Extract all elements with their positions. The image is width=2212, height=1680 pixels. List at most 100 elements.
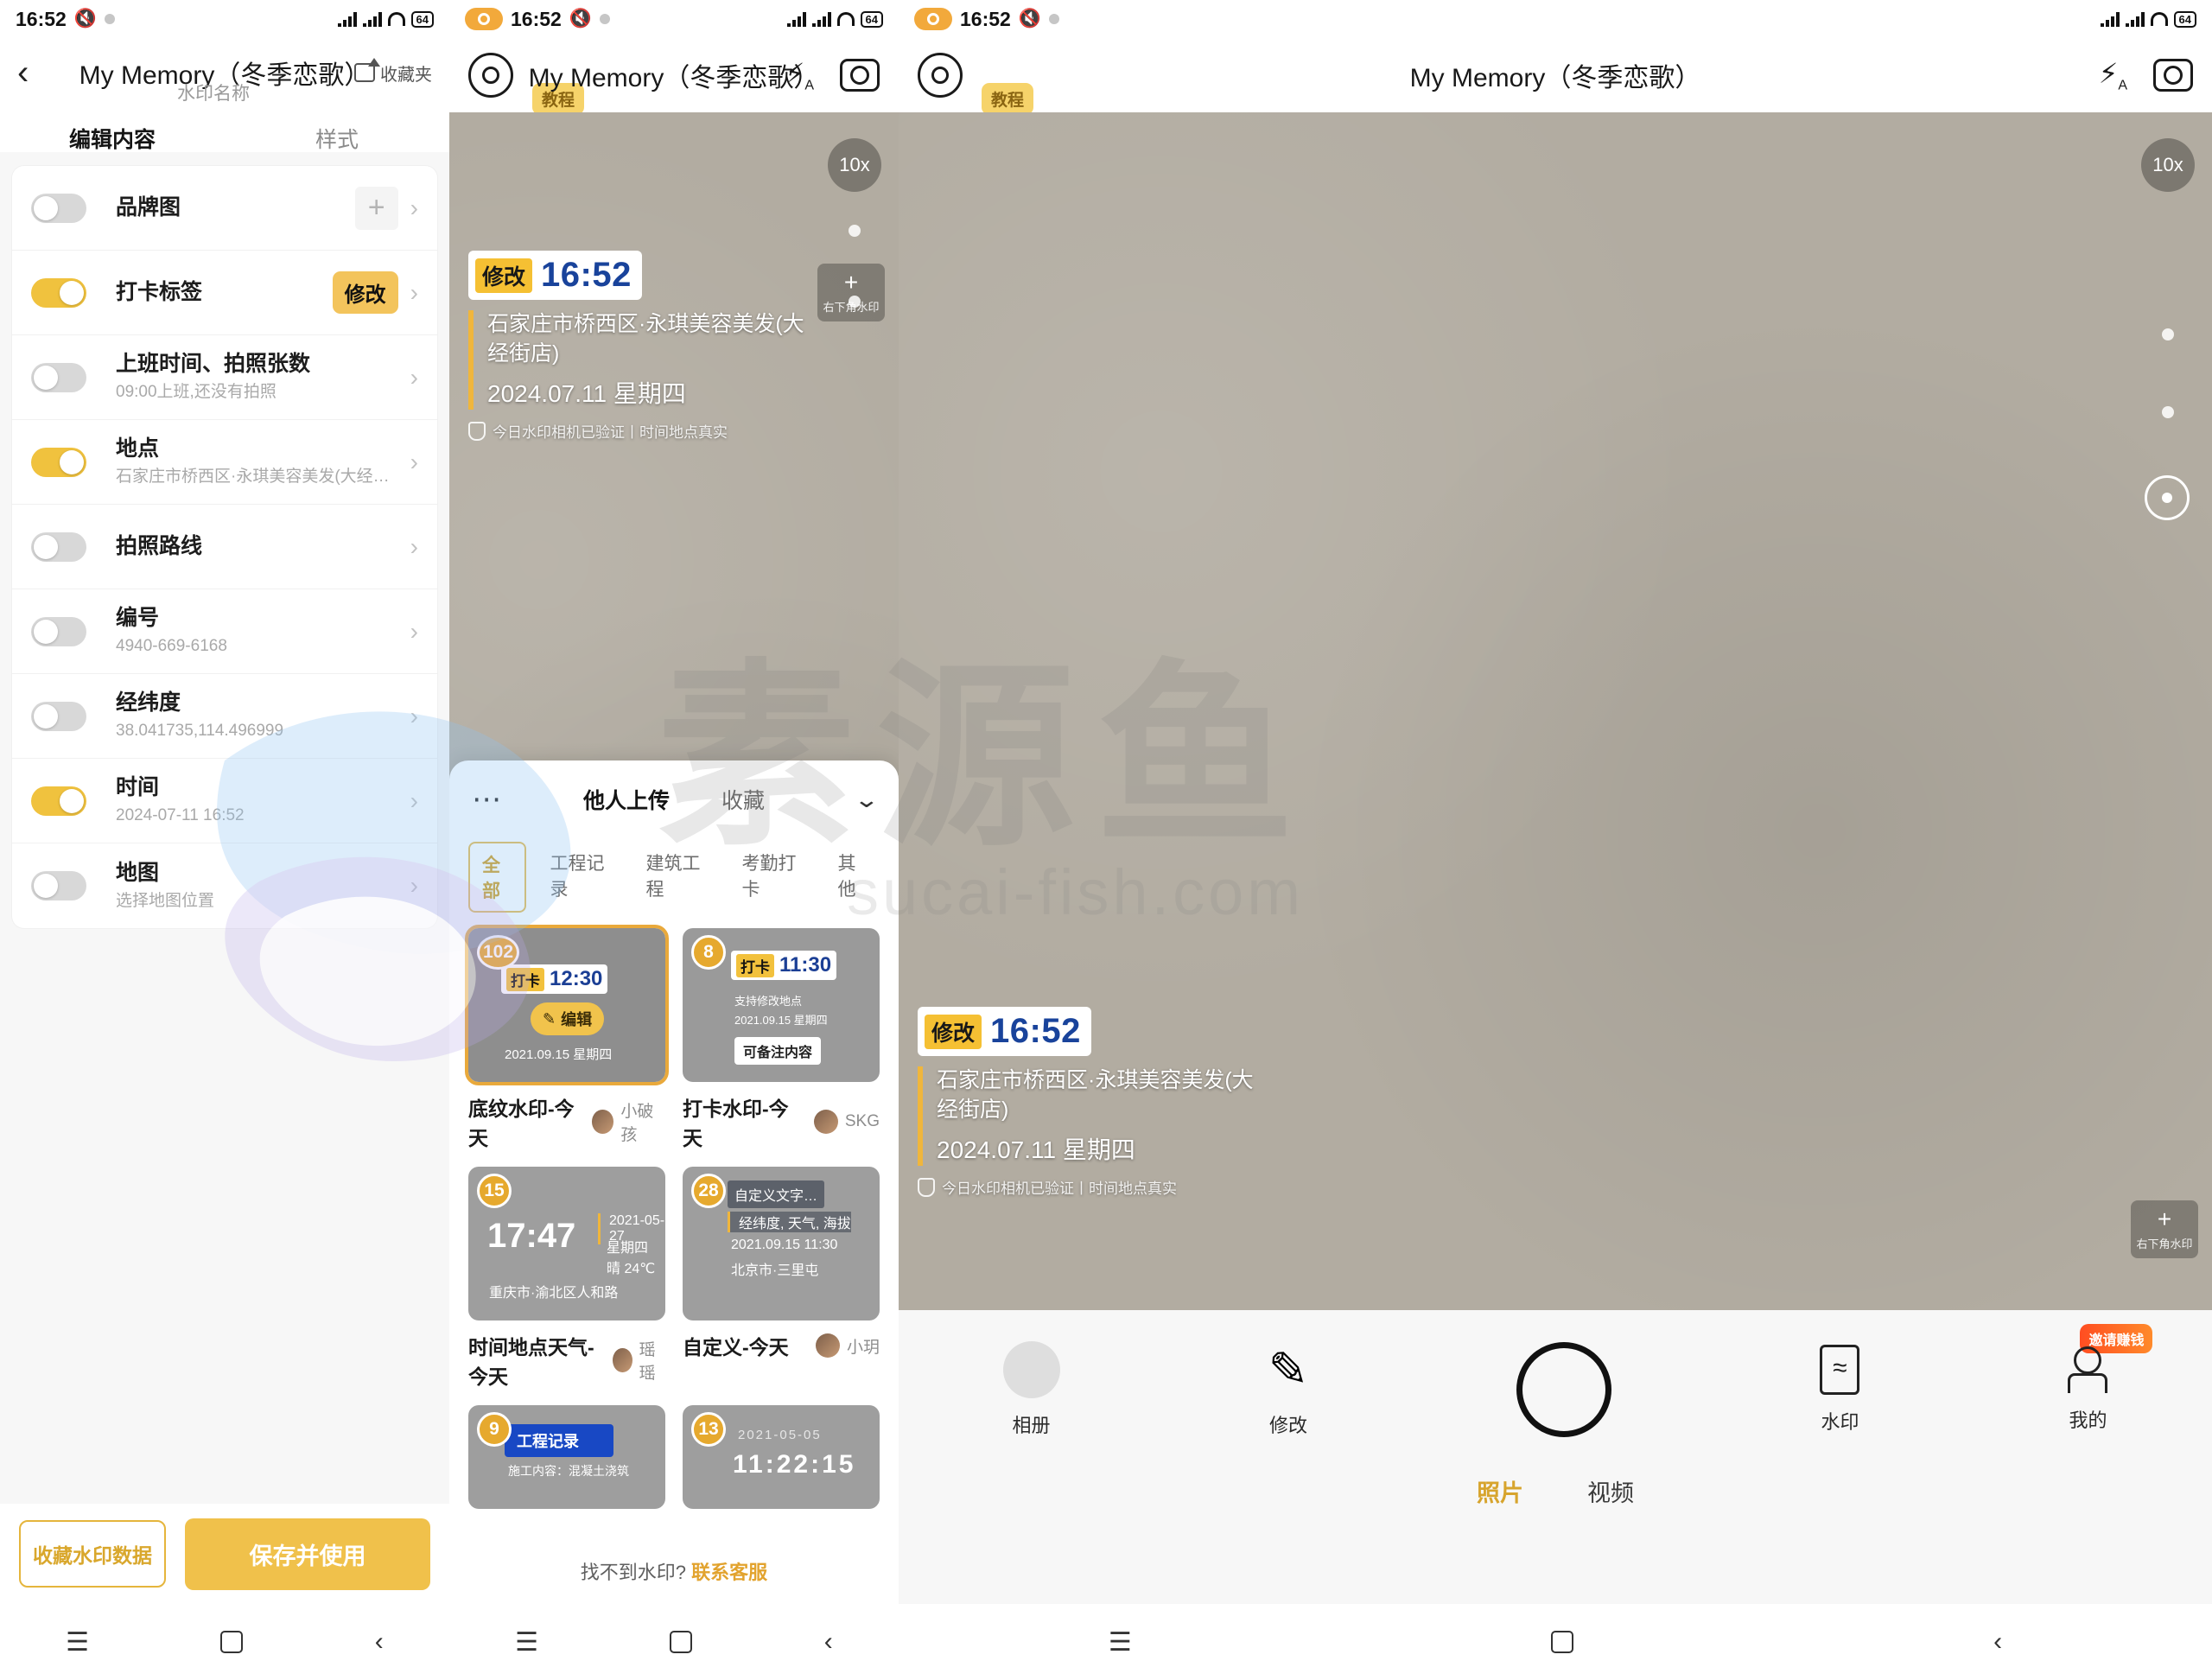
mode-photo[interactable]: 照片 [1477, 1474, 1523, 1508]
back-chevron-icon[interactable]: ‹ [1993, 1627, 2002, 1657]
row-title: 拍照路线 [116, 533, 203, 558]
tab-favorites[interactable]: 收藏 [721, 784, 765, 815]
toggle-work-time[interactable] [31, 362, 86, 392]
viewfinder-dot-1 [849, 225, 861, 237]
home-square-icon[interactable] [1551, 1631, 1574, 1653]
chevron-down-icon[interactable]: ⌄ [854, 786, 880, 813]
mode-video[interactable]: 视频 [1587, 1474, 1634, 1508]
more-dots-icon[interactable]: ⋯ [472, 785, 503, 814]
watermark-overlay[interactable]: 修改 16:52 石家庄市桥西区·永琪美容美发(大经街店) 2024.07.11… [918, 1007, 1274, 1198]
page-subtitle: 水印名称 [177, 84, 250, 104]
card-number-badge: 102 [477, 935, 520, 970]
edit-pill-button[interactable]: ✎ 编辑 [531, 1002, 605, 1035]
add-watermark-button[interactable]: + 右下角水印 [817, 264, 885, 321]
watermark-target-icon[interactable] [468, 53, 513, 98]
list-item[interactable]: 15 17:47 2021-05-27 星期四 晴 24℃ 重庆市·渝北区人和路… [468, 1167, 665, 1390]
tab-others-upload[interactable]: 他人上传 [583, 784, 670, 815]
table-row[interactable]: 地点 石家庄市桥西区·永琪美容美发(大经街店) › [12, 420, 437, 505]
wifi-icon [2150, 12, 2168, 26]
table-row[interactable]: 打卡标签 修改 › [12, 251, 437, 335]
watermark-thumb[interactable]: 15 17:47 2021-05-27 星期四 晴 24℃ 重庆市·渝北区人和路 [468, 1167, 665, 1320]
list-item[interactable]: 13 2021-05-05 11:22:15 [683, 1405, 880, 1509]
chip-attendance[interactable]: 考勤打卡 [730, 842, 814, 913]
table-row[interactable]: 编号 4940-669-6168 › [12, 589, 437, 674]
add-watermark-button[interactable]: + 右下角水印 [2131, 1200, 2198, 1258]
toggle-map[interactable] [31, 871, 86, 900]
save-watermark-data-button[interactable]: 收藏水印数据 [19, 1520, 166, 1588]
menu-icon[interactable]: ☰ [1109, 1627, 1132, 1658]
focus-target-icon[interactable] [2145, 475, 2190, 520]
save-and-use-button[interactable]: 保存并使用 [185, 1518, 430, 1590]
status-bar: 16:52 🔇 64 [899, 0, 2212, 38]
back-chevron-icon[interactable]: ‹ [375, 1627, 384, 1657]
add-brand-image-button[interactable]: + [354, 186, 398, 230]
watermark-thumb[interactable]: 13 2021-05-05 11:22:15 [683, 1405, 880, 1509]
menu-icon[interactable]: ☰ [515, 1627, 538, 1658]
flash-auto-icon[interactable]: ⚡A [2099, 57, 2127, 93]
table-row[interactable]: 品牌图 + › [12, 166, 437, 251]
shutter-button[interactable] [1516, 1342, 1612, 1437]
back-chevron-icon[interactable]: ‹ [824, 1627, 833, 1657]
zoom-level-chip[interactable]: 10x [2141, 138, 2195, 192]
watermark-thumb[interactable]: 102 打卡 12:30 ✎ 编辑 2021.09.15 星期四 [465, 925, 669, 1085]
chip-other[interactable]: 其他 [826, 842, 880, 913]
flip-camera-icon[interactable] [840, 58, 880, 92]
list-item[interactable]: 102 打卡 12:30 ✎ 编辑 2021.09.15 星期四 底纹水印-今天 [465, 925, 669, 1151]
flash-auto-icon[interactable]: ⚡A [785, 57, 814, 93]
toggle-photo-route[interactable] [31, 531, 86, 562]
edit-button[interactable]: ✎ 修改 [1268, 1341, 1309, 1438]
viewfinder[interactable]: 10x + 右下角水印 修改 16:52 石家庄市桥西区·永琪美容美发(大经街店… [899, 112, 2212, 1310]
favorites-button[interactable]: 收藏夹 [354, 58, 432, 86]
back-chevron-icon[interactable]: ‹ [17, 55, 29, 90]
tutorial-badge[interactable]: 教程 [982, 83, 1034, 115]
modify-badge[interactable]: 修改 [332, 271, 398, 314]
signal-icon-2 [362, 11, 382, 27]
home-square-icon[interactable] [670, 1631, 693, 1653]
thumb-weather: 星期四 晴 24℃ [607, 1241, 656, 1276]
profile-button[interactable]: 邀请赚钱 我的 [2068, 1324, 2153, 1433]
flip-camera-icon[interactable] [2153, 58, 2193, 92]
menu-icon[interactable]: ☰ [66, 1627, 89, 1658]
chip-all[interactable]: 全部 [468, 842, 526, 913]
table-row[interactable]: 上班时间、拍照张数 09:00上班,还没有拍照 › [12, 335, 437, 420]
tutorial-badge[interactable]: 教程 [532, 83, 585, 115]
title-bar: ‹ My Memory（冬季恋歌） 水印名称 收藏夹 [0, 38, 449, 107]
table-row[interactable]: 经纬度 38.041735,114.496999 › [12, 674, 437, 759]
watermark-thumb[interactable]: 8 打卡 11:30 支持修改地点 2021.09.15 星期四 可备注内容 [683, 928, 880, 1082]
gallery-label: 相册 [1012, 1415, 1051, 1436]
settings-scroll-area[interactable]: 品牌图 + › 打卡标签 修改 › 上班时间、拍照张数 09:00上班,还没有拍… [0, 152, 449, 1533]
status-time: 16:52 [16, 7, 67, 30]
watermark-thumb[interactable]: 28 自定义文字… 经纬度, 天气, 海拔 2021.09.15 11:30 北… [683, 1167, 880, 1320]
wifi-icon [387, 12, 405, 26]
watermark-overlay[interactable]: 修改 16:52 石家庄市桥西区·永琪美容美发(大经街店) 2024.07.11… [468, 251, 824, 442]
toggle-location[interactable] [31, 447, 86, 477]
toggle-time[interactable] [31, 786, 86, 816]
watermark-thumb[interactable]: 9 工程记录 施工内容：混凝土浇筑 [468, 1405, 665, 1509]
contact-support-link[interactable]: 联系客服 [691, 1562, 767, 1583]
viewfinder-dot-2 [2162, 406, 2174, 418]
watermark-button[interactable]: 水印 [1820, 1345, 1860, 1435]
list-item[interactable]: 28 自定义文字… 经纬度, 天气, 海拔 2021.09.15 11:30 北… [683, 1167, 880, 1390]
home-square-icon[interactable] [220, 1631, 244, 1653]
zoom-level-chip[interactable]: 10x [828, 138, 881, 192]
camera-title-actions: ⚡A [785, 57, 880, 93]
toggle-number[interactable] [31, 616, 86, 646]
list-item[interactable]: 9 工程记录 施工内容：混凝土浇筑 [468, 1405, 665, 1509]
battery-badge: 64 [860, 10, 883, 28]
toggle-brand-image[interactable] [31, 193, 86, 223]
toggle-checkin-tag[interactable] [31, 277, 86, 308]
chip-construction[interactable]: 建筑工程 [634, 842, 718, 913]
avatar [613, 1348, 632, 1372]
table-row[interactable]: 时间 2024-07-11 16:52 › [12, 759, 437, 843]
toggle-coordinates[interactable] [31, 701, 86, 731]
list-item[interactable]: 8 打卡 11:30 支持修改地点 2021.09.15 星期四 可备注内容 打… [683, 928, 880, 1151]
table-row[interactable]: 地图 选择地图位置 › [12, 843, 437, 928]
watermark-target-icon[interactable] [918, 53, 963, 98]
gallery-button[interactable]: 相册 [1002, 1341, 1060, 1438]
profile-label: 我的 [2069, 1410, 2107, 1431]
chip-engineering-record[interactable]: 工程记录 [538, 842, 622, 913]
table-row[interactable]: 拍照路线 › [12, 505, 437, 589]
thumb-tag: 打卡 [736, 953, 774, 977]
watermark-clock: 16:52 [990, 1012, 1081, 1050]
mute-icon: 🔇 [73, 9, 97, 29]
